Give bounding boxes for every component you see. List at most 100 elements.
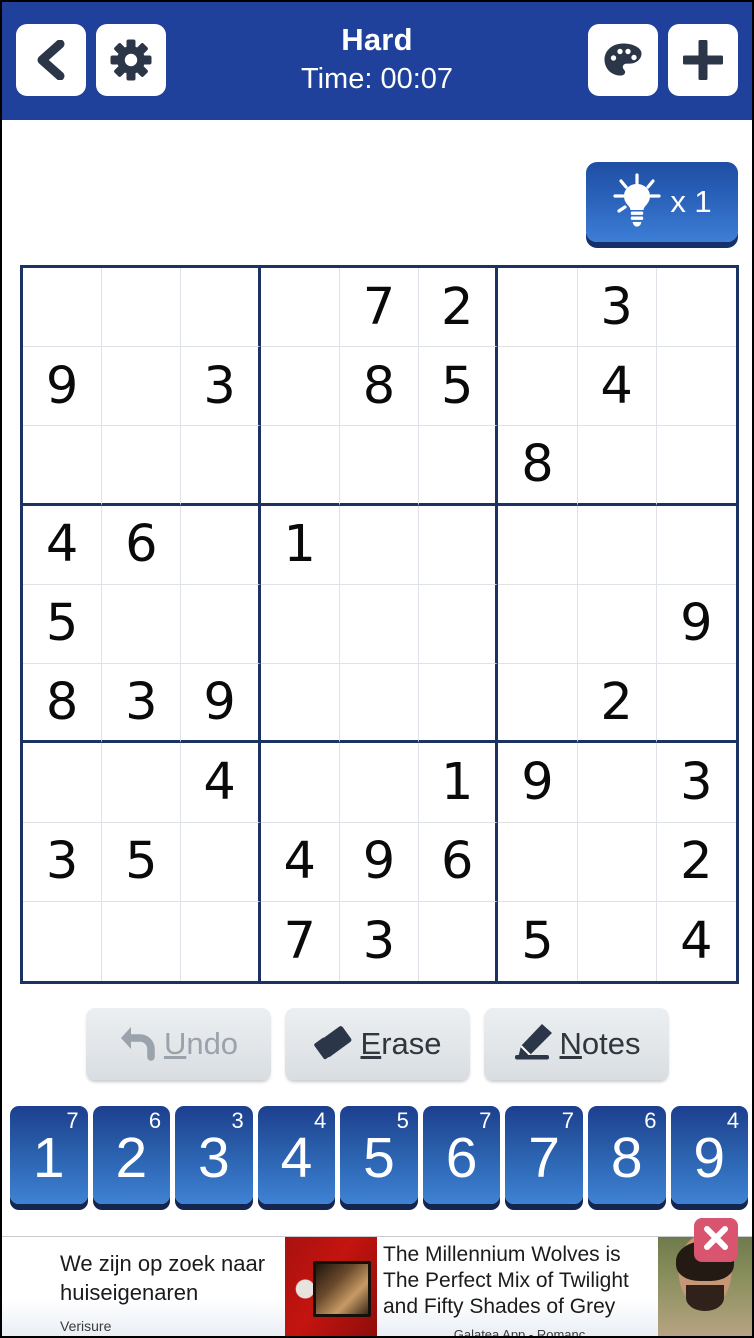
sudoku-cell-r2c6[interactable]: 5: [419, 347, 499, 427]
sudoku-cell-r2c7[interactable]: [498, 347, 578, 427]
sudoku-cell-r6c4[interactable]: [260, 664, 340, 744]
numpad-button-3[interactable]: 33: [175, 1106, 253, 1204]
sudoku-cell-r5c8[interactable]: [577, 584, 657, 665]
sudoku-cell-r3c7[interactable]: 8: [498, 426, 578, 506]
sudoku-cell-r7c3[interactable]: 4: [181, 743, 261, 823]
sudoku-cell-r4c3[interactable]: [181, 505, 261, 585]
sudoku-cell-r8c7[interactable]: [498, 822, 578, 902]
numpad-button-7[interactable]: 77: [505, 1106, 583, 1204]
sudoku-cell-r8c8[interactable]: [577, 822, 657, 902]
sudoku-cell-r7c1[interactable]: [23, 743, 103, 823]
sudoku-cell-r5c5[interactable]: [339, 584, 420, 665]
sudoku-cell-r4c9[interactable]: [656, 506, 736, 585]
sudoku-cell-r5c9[interactable]: 9: [656, 585, 736, 665]
sudoku-cell-r4c6[interactable]: [419, 505, 499, 585]
sudoku-cell-r2c8[interactable]: 4: [577, 347, 657, 427]
sudoku-cell-r3c8[interactable]: [577, 426, 657, 506]
sudoku-cell-r5c4[interactable]: [260, 584, 340, 665]
sudoku-cell-r9c3[interactable]: [181, 901, 261, 981]
sudoku-cell-r1c3[interactable]: [181, 268, 261, 348]
sudoku-cell-r3c3[interactable]: [181, 426, 261, 506]
sudoku-cell-r9c8[interactable]: [578, 901, 657, 981]
numpad-button-8[interactable]: 68: [587, 1106, 666, 1204]
sudoku-cell-r7c7[interactable]: 9: [498, 743, 578, 823]
sudoku-cell-r2c3[interactable]: 3: [181, 347, 261, 427]
numpad-button-1[interactable]: 71: [10, 1106, 88, 1204]
sudoku-cell-r3c2[interactable]: [102, 426, 182, 506]
sudoku-cell-r8c2[interactable]: 5: [102, 822, 182, 902]
sudoku-cell-r6c8[interactable]: 2: [577, 664, 657, 744]
sudoku-cell-r9c4[interactable]: 7: [261, 901, 340, 981]
sudoku-cell-r4c1[interactable]: 4: [23, 505, 103, 585]
sudoku-cell-r7c4[interactable]: [260, 743, 340, 823]
sudoku-cell-r9c9[interactable]: 4: [657, 902, 736, 981]
sudoku-cell-r3c9[interactable]: [656, 426, 736, 506]
sudoku-cell-r3c6[interactable]: [419, 426, 499, 506]
sudoku-cell-r1c4[interactable]: [260, 268, 340, 348]
sudoku-cell-r5c7[interactable]: [498, 584, 578, 665]
sudoku-cell-r1c7[interactable]: [498, 268, 578, 348]
sudoku-cell-r4c5[interactable]: [339, 505, 420, 585]
sudoku-cell-r5c1[interactable]: 5: [23, 584, 103, 665]
sudoku-cell-r8c4[interactable]: 4: [260, 822, 340, 902]
numpad-button-6[interactable]: 76: [422, 1106, 501, 1204]
ad-close-button[interactable]: [694, 1218, 738, 1262]
sudoku-cell-r6c3[interactable]: 9: [181, 664, 261, 744]
sudoku-cell-r9c5[interactable]: 3: [340, 901, 420, 981]
sudoku-cell-r8c6[interactable]: 6: [419, 822, 499, 902]
sudoku-cell-r4c2[interactable]: 6: [102, 505, 182, 585]
sudoku-cell-r3c1[interactable]: [23, 426, 103, 506]
sudoku-cell-r6c6[interactable]: [419, 664, 499, 744]
sudoku-cell-r1c2[interactable]: [102, 268, 182, 348]
sudoku-cell-r4c8[interactable]: [577, 505, 657, 585]
sudoku-cell-r2c9[interactable]: [656, 347, 736, 427]
sudoku-cell-r7c2[interactable]: [102, 743, 182, 823]
sudoku-cell-r4c7[interactable]: [498, 505, 578, 585]
sudoku-cell-r7c5[interactable]: [339, 743, 420, 823]
sudoku-cell-r2c1[interactable]: 9: [23, 347, 103, 427]
sudoku-cell-r1c1[interactable]: [23, 268, 103, 348]
sudoku-cell-r1c5[interactable]: 7: [339, 268, 420, 348]
sudoku-cell-r2c5[interactable]: 8: [339, 347, 420, 427]
sudoku-cell-r4c4[interactable]: 1: [260, 505, 340, 585]
numpad-button-2[interactable]: 62: [92, 1106, 171, 1204]
sudoku-cell-r5c2[interactable]: [102, 584, 182, 665]
theme-button[interactable]: [588, 24, 658, 96]
sudoku-cell-r6c1[interactable]: 8: [23, 664, 103, 744]
sudoku-cell-r7c6[interactable]: 1: [419, 743, 499, 823]
sudoku-cell-r1c6[interactable]: 2: [419, 268, 499, 348]
sudoku-cell-r9c6[interactable]: [419, 901, 499, 981]
sudoku-cell-r2c2[interactable]: [102, 347, 182, 427]
numpad-button-4[interactable]: 44: [257, 1106, 336, 1204]
sudoku-cell-r8c3[interactable]: [181, 822, 261, 902]
erase-button[interactable]: Erase: [284, 1008, 470, 1080]
sudoku-cell-r6c5[interactable]: [339, 664, 420, 744]
sudoku-cell-r5c3[interactable]: [181, 584, 261, 665]
sudoku-cell-r3c5[interactable]: [339, 426, 420, 506]
sudoku-cell-r7c9[interactable]: 3: [656, 743, 736, 823]
hint-button[interactable]: x 1: [586, 162, 738, 242]
ad-slot-verisure[interactable]: We zijn op zoek naar huiseigenaren Veris…: [2, 1237, 377, 1336]
back-button[interactable]: [16, 24, 86, 96]
notes-button[interactable]: Notes: [483, 1008, 669, 1080]
sudoku-cell-r8c5[interactable]: 9: [339, 822, 420, 902]
sudoku-cell-r9c2[interactable]: [102, 901, 182, 981]
sudoku-cell-r9c1[interactable]: [23, 901, 103, 981]
sudoku-cell-r1c9[interactable]: [656, 268, 736, 348]
sudoku-cell-r7c8[interactable]: [577, 743, 657, 823]
numpad-button-5[interactable]: 55: [340, 1106, 418, 1204]
sudoku-cell-r9c7[interactable]: 5: [498, 901, 578, 981]
add-button[interactable]: [668, 24, 738, 96]
sudoku-cell-r5c6[interactable]: [419, 584, 499, 665]
sudoku-cell-r2c4[interactable]: [260, 347, 340, 427]
sudoku-cell-r6c7[interactable]: [498, 664, 578, 744]
sudoku-cell-r3c4[interactable]: [260, 426, 340, 506]
sudoku-grid[interactable]: 72393854846159839241933549627354: [20, 265, 739, 984]
sudoku-cell-r6c2[interactable]: 3: [102, 664, 182, 744]
settings-button[interactable]: [96, 24, 166, 96]
sudoku-cell-r6c9[interactable]: [656, 664, 736, 744]
sudoku-cell-r8c1[interactable]: 3: [23, 822, 103, 902]
undo-button[interactable]: Undo: [85, 1008, 271, 1080]
numpad-button-9[interactable]: 49: [670, 1106, 749, 1204]
sudoku-cell-r1c8[interactable]: 3: [577, 268, 657, 348]
